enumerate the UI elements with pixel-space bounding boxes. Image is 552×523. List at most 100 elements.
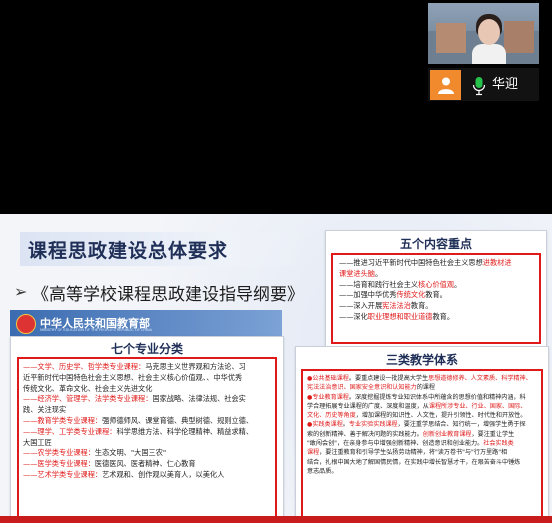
highlighted-text: 进教材进	[482, 258, 512, 267]
participant-shirt	[472, 44, 506, 64]
participant-figure	[472, 11, 506, 64]
body-text: ——深化	[339, 311, 368, 321]
highlighted-text: 课程所涉专业、行业、国家、国际、	[428, 402, 527, 410]
highlighted-text: ——艺术学类专业课程：	[23, 469, 103, 479]
body-text: 强师德师风、课堂育德、典型树德、规则立德、	[102, 415, 254, 425]
microphone-icon[interactable]	[472, 76, 486, 96]
body-text: ，要注重让学生	[471, 430, 515, 438]
highlighted-text: 思想道德修养、人文素质、科学精神、	[428, 375, 532, 382]
shared-slide: 课程思政建设总体要求 ➢ 《高等学校课程思政建设指导纲要》 中华人民共和国教育部…	[0, 214, 552, 523]
text-line: ——理学、工学类专业课程：科学思维方法、科学伦理精神、精益求精、	[23, 427, 271, 438]
user-avatar-icon[interactable]	[430, 70, 461, 100]
body-text: ，要注重学思结合、知行统一，增强学生勇于探	[397, 421, 526, 429]
highlighted-text: 专业教育课程	[312, 393, 349, 401]
body-text: 科学思维方法、科学伦理精神、精益求精、	[116, 426, 254, 436]
text-line: 践、关注现实	[23, 405, 271, 416]
ministry-english-name: MINISTRY OF EDUCATION OF THE PEOPLE'S RE…	[40, 328, 152, 332]
body-text: 医德医风、医者精神、仁心教育	[94, 459, 196, 469]
text-line: ●实践类课程。专业实验实践课程，要注重学思结合、知行统一，增强学生勇于探	[307, 420, 537, 429]
highlighted-text: 核心价值观	[418, 279, 455, 289]
body-text: ——培育和践行社会主义	[339, 279, 419, 289]
body-text: 。深度挖掘提炼专业知识体系中所蕴含的思想价值和精神内涵，科	[348, 393, 526, 401]
video-background-building	[504, 21, 534, 53]
body-text: 意志品质。	[307, 467, 338, 475]
body-text: 教育。	[410, 301, 433, 311]
participant-video-thumbnail[interactable]	[428, 3, 539, 64]
body-text: 教育。	[425, 290, 447, 300]
text-line: ——推进习近平新时代中国特色社会主义思想进教材进	[339, 258, 533, 269]
text-line: 宪法法治意识、国家安全意识和认知能力的课程	[307, 383, 537, 392]
text-line: 传统文化、革命文化、社会主义先进文化	[23, 384, 271, 395]
highlighted-text: 职业理想和职业道德	[367, 311, 433, 321]
text-line: ——教育学类专业课程：强师德师风、课堂育德、典型树德、规则立德、	[23, 416, 271, 427]
text-line: ——农学类专业课程：生态文明、"大国三农"	[23, 448, 271, 459]
body-text: 。	[454, 279, 462, 289]
body-text: ，增加课程的知识性、人文性，提升引领性、时代性和开放性。	[355, 412, 527, 420]
text-line: 近平新时代中国特色社会主义思想、社会主义核心价值观、、中华优秀	[23, 373, 271, 384]
highlighted-text: 创新创业教育课程	[422, 430, 472, 438]
text-line: ●公共基础课程。要重点建设一批提高大学生思想道德修养、人文素质、科学精神、	[307, 374, 537, 383]
body-text: 索的创新精神、善于解决问题的实践能力。	[307, 430, 423, 438]
highlighted-text: 宪法法治意识、国家安全意识和认知能力	[307, 384, 417, 392]
text-line: 课程，要注重教育和引导学生弘扬劳动精神，将"读万卷书"与"行万里路"相	[307, 448, 537, 457]
text-line: ——医学类专业课程：医德医风、医者精神、仁心教育	[23, 459, 271, 470]
body-text: ——深入开展	[339, 301, 383, 311]
person-icon	[437, 77, 454, 94]
highlighted-text: 传统文化	[396, 290, 426, 300]
text-line: ——文学、历史学、哲学类专业课程：马克思主义世界观和方法论、习	[23, 362, 271, 373]
text-line: 文化、历史等角度，增加课程的知识性、人文性，提升引领性、时代性和开放性。	[307, 411, 537, 420]
highlighted-text: ——医学类专业课程：	[23, 459, 95, 469]
participant-name: 华迎	[492, 77, 519, 92]
body-text: 。要重点建设一批提高大学生	[348, 375, 429, 382]
text-line: ——艺术学类专业课程：艺术观和、创作观以美育人，以美化人	[23, 470, 271, 481]
video-background-building	[436, 23, 466, 53]
body-text: 。	[374, 268, 383, 278]
body-text: 大国工匠	[23, 437, 52, 447]
text-line: 结合，扎根中国大地了解国情民情，在实践中增长智慧才干，在艰苦奋斗中锤炼	[307, 458, 537, 467]
card-lines: ——推进习近平新时代中国特色社会主义思想进教材进 课堂进头脑。 ——培育和践行社会主…	[333, 255, 539, 326]
slide-title: 课程思政建设总体要求	[28, 240, 229, 262]
body-text: ，要注重教育和引导学生弘扬劳动精神，将"读万卷书"与"行万里路"相	[319, 449, 508, 457]
body-text: 传统文化、革命文化、社会主义先进文化	[23, 383, 153, 393]
three-systems-card: 三类教学体系 ●公共基础课程。要重点建设一批提高大学生思想道德修养、人文素质、科…	[295, 346, 549, 523]
card-lines: ——文学、历史学、哲学类专业课程：马克思主义世界观和方法论、习 近平新时代中国特色…	[19, 359, 275, 484]
body-text: 国家战略、法律法规、社会实	[152, 394, 246, 404]
highlighted-text: 实践类课程	[312, 421, 343, 429]
highlighted-text: ——经济学、管理学、法学类专业课程：	[23, 394, 153, 404]
body-text: 生态文明、"大国三农"	[94, 448, 167, 458]
body-text: 近平新时代中国特色社会主义思想、社会主义核心价值观、、中华优秀	[23, 372, 243, 382]
text-line: ——深入开展宪法法治教育。	[339, 301, 533, 312]
highlighted-text: ——农学类专业课程：	[23, 448, 95, 458]
text-line: 大国工匠	[23, 438, 271, 449]
body-text: "敢闯会创"，在亲身参与中增强创新精神、创造意识和创业能力。	[307, 440, 484, 448]
body-text: 学合理拓展专业课程的广度、深度和温度，从	[307, 402, 429, 410]
card-heading: 七个专业分类	[110, 342, 183, 356]
text-line: ——加强中华优秀传统文化教育。	[339, 290, 533, 301]
highlighted-text: 课堂进头脑	[339, 268, 375, 278]
card-heading: 三类教学体系	[385, 353, 458, 367]
slide-footer-strip	[0, 516, 552, 523]
text-line: 课堂进头脑。	[339, 269, 533, 280]
body-text: 的课程	[416, 384, 435, 392]
text-line: ——经济学、管理学、法学类专业课程：国家战略、法律法规、社会实	[23, 394, 271, 405]
body-text: 马克思主义世界观和方法论、习	[145, 362, 246, 371]
card-content-box: ——文学、历史学、哲学类专业课程：马克思主义世界观和方法论、习 近平新时代中国特色…	[17, 357, 277, 521]
five-focus-card: 五个内容重点 ——推进习近平新时代中国特色社会主义思想进教材进 课堂进头脑。 ——培…	[325, 230, 547, 347]
text-line: 学合理拓展专业课程的广度、深度和温度，从课程所涉专业、行业、国家、国际、	[307, 402, 537, 411]
highlighted-text: 宪法法治	[382, 301, 411, 311]
body-text: 结合，扎根中国大地了解国情民情，在实践中增长智慧才干，在艰苦奋斗中锤炼	[307, 458, 521, 466]
text-line: ——深化职业理想和职业道德教育。	[339, 312, 533, 323]
slide-subtitle: 《高等学校课程思政建设指导纲要》	[32, 285, 304, 305]
text-line: 意志品质。	[307, 467, 537, 476]
highlighted-text: 专业实验实践课程	[348, 421, 398, 429]
card-content-box: ●公共基础课程。要重点建设一批提高大学生思想道德修养、人文素质、科学精神、 宪法法…	[301, 369, 543, 518]
text-line: 索的创新精神、善于解决问题的实践能力。创新创业教育课程，要注重让学生	[307, 430, 537, 439]
text-line: ●专业教育课程。深度挖掘提炼专业知识体系中所蕴含的思想价值和精神内涵，科	[307, 393, 537, 402]
body-text: ——加强中华优秀	[339, 290, 397, 300]
highlighted-text: ——文学、历史学、哲学类专业课程：	[23, 362, 146, 371]
highlighted-text: ——教育学类专业课程：	[23, 415, 103, 425]
card-content-box: ——推进习近平新时代中国特色社会主义思想进教材进 课堂进头脑。 ——培育和践行社会主…	[331, 253, 541, 344]
card-lines: ●公共基础课程。要重点建设一批提高大学生思想道德修养、人文素质、科学精神、 宪法法…	[303, 371, 541, 479]
body-text: 艺术观和、创作观以美育人，以美化人	[102, 469, 225, 479]
national-emblem-icon	[16, 314, 36, 334]
